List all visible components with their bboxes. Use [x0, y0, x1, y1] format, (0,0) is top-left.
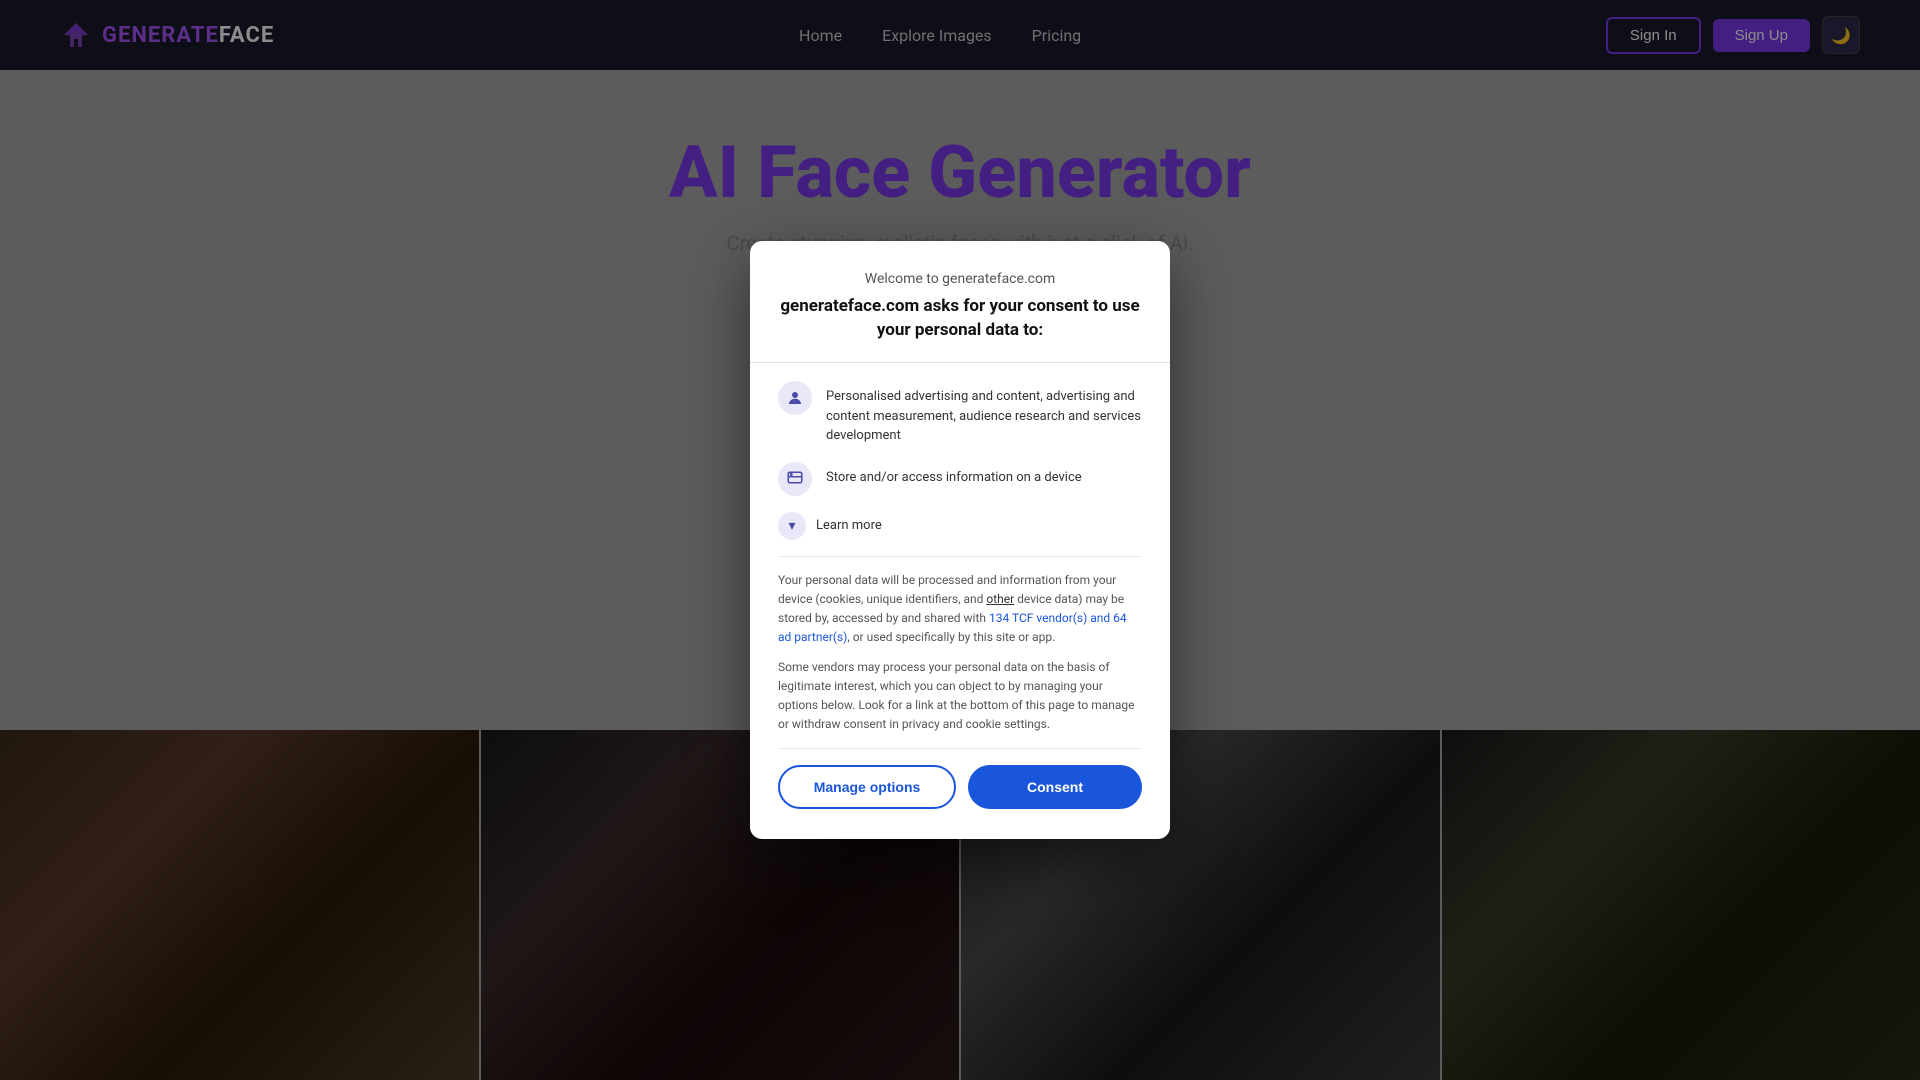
- storage-icon: [778, 462, 812, 496]
- modal-divider-middle: [778, 556, 1142, 557]
- storage-consent-text: Store and/or access information on a dev…: [826, 462, 1082, 488]
- modal-welcome-text: Welcome to generateface.com: [778, 271, 1142, 287]
- advertising-consent-text: Personalised advertising and content, ad…: [826, 381, 1142, 446]
- modal-body-text-1: Your personal data will be processed and…: [778, 571, 1142, 648]
- consent-button[interactable]: Consent: [968, 765, 1142, 809]
- learn-more-row: ▾ Learn more: [778, 512, 1142, 540]
- chevron-down-icon: ▾: [788, 517, 795, 534]
- modal-body-text-2: Some vendors may process your personal d…: [778, 658, 1142, 735]
- advertising-icon: [778, 381, 812, 415]
- modal-backdrop: Welcome to generateface.com generateface…: [0, 0, 1920, 1080]
- manage-options-button[interactable]: Manage options: [778, 765, 956, 809]
- consent-modal: Welcome to generateface.com generateface…: [750, 241, 1170, 840]
- modal-divider-top: [750, 362, 1170, 363]
- consent-item-storage: Store and/or access information on a dev…: [778, 462, 1142, 496]
- modal-title-text: generateface.com asks for your consent t…: [778, 295, 1142, 343]
- vendor-link[interactable]: 134 TCF vendor(s) and 64 ad partner(s): [778, 611, 1127, 644]
- modal-divider-bottom: [778, 748, 1142, 749]
- learn-more-label: Learn more: [816, 518, 882, 533]
- modal-actions: Manage options Consent: [778, 765, 1142, 809]
- learn-more-expand-button[interactable]: ▾: [778, 512, 806, 540]
- consent-item-advertising: Personalised advertising and content, ad…: [778, 381, 1142, 446]
